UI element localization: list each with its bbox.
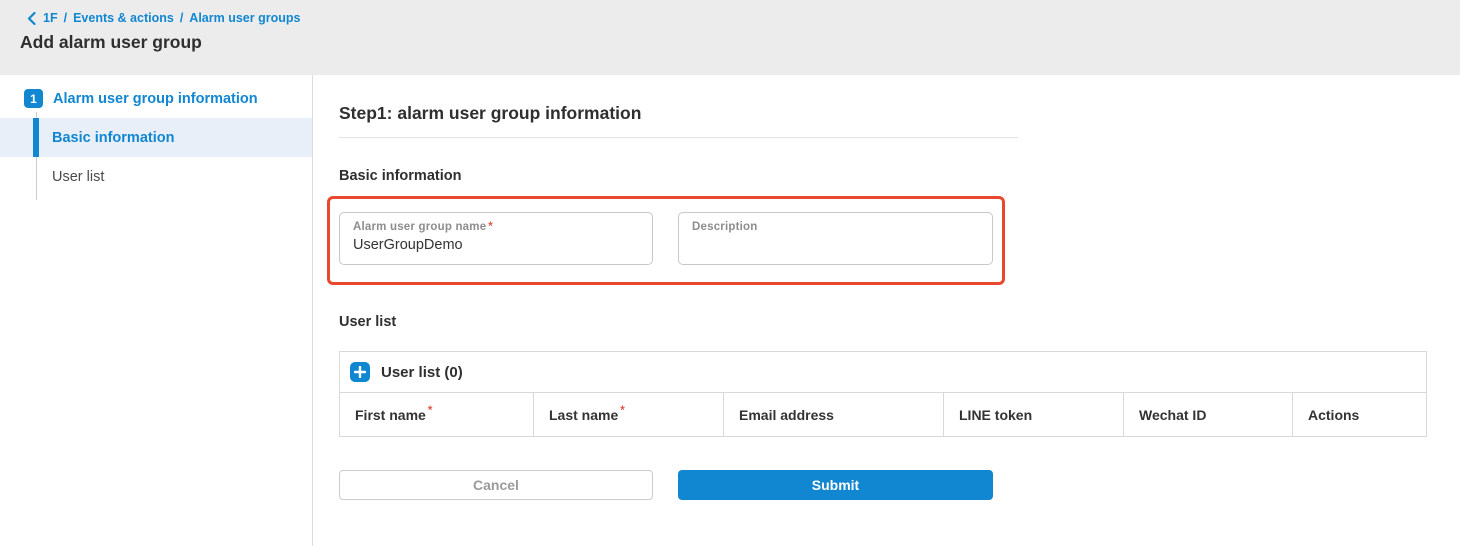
field-label: Description <box>692 221 979 233</box>
breadcrumb-item-events-actions[interactable]: Events & actions <box>73 11 174 25</box>
sidebar-step-label: Alarm user group information <box>53 91 258 107</box>
sidebar-item-label: User list <box>52 169 104 185</box>
user-list-panel-title: User list (0) <box>381 364 463 381</box>
user-table-header-row: First name* Last name* Email address LIN… <box>340 392 1426 436</box>
breadcrumb-item-alarm-user-groups[interactable]: Alarm user groups <box>189 11 300 25</box>
cancel-button[interactable]: Cancel <box>339 470 653 500</box>
column-header-first-name: First name* <box>340 393 534 436</box>
column-header-wechat-id: Wechat ID <box>1124 393 1293 436</box>
add-user-button[interactable] <box>350 362 370 382</box>
submit-button[interactable]: Submit <box>678 470 993 500</box>
content-area: 1 Alarm user group information Basic inf… <box>0 75 1460 546</box>
user-list-panel-header: User list (0) <box>340 352 1426 392</box>
alarm-user-group-name-value: UserGroupDemo <box>353 237 639 253</box>
required-marker: * <box>428 405 432 417</box>
step-title: Step1: alarm user group information <box>339 103 1460 124</box>
column-label: Actions <box>1308 407 1359 423</box>
user-list-heading: User list <box>339 314 1460 330</box>
plus-icon <box>354 366 366 378</box>
basic-information-heading: Basic information <box>339 168 1460 184</box>
field-label: Alarm user group name* <box>353 221 639 233</box>
annotation-highlight-box: Alarm user group name* UserGroupDemo Des… <box>327 196 1005 285</box>
step-number-badge: 1 <box>24 89 43 108</box>
breadcrumb: 1F / Events & actions / Alarm user group… <box>0 0 1460 25</box>
field-label-text: Alarm user group name <box>353 221 486 233</box>
page-title: Add alarm user group <box>0 25 1460 53</box>
active-indicator <box>33 118 39 157</box>
breadcrumb-separator: / <box>180 11 183 25</box>
field-label-text: Description <box>692 221 757 233</box>
required-marker: * <box>488 221 493 233</box>
description-field[interactable]: Description <box>678 212 993 265</box>
column-header-actions: Actions <box>1293 393 1426 436</box>
sidebar-step-1[interactable]: 1 Alarm user group information <box>0 75 312 108</box>
sidebar-subnav: Basic information User list <box>0 118 312 196</box>
column-header-email-address: Email address <box>724 393 944 436</box>
page-header: 1F / Events & actions / Alarm user group… <box>0 0 1460 75</box>
sidebar-item-user-list[interactable]: User list <box>0 157 312 196</box>
main-panel: Step1: alarm user group information Basi… <box>313 75 1460 546</box>
sidebar-item-basic-information[interactable]: Basic information <box>0 118 312 157</box>
alarm-user-group-name-field[interactable]: Alarm user group name* UserGroupDemo <box>339 212 653 265</box>
column-header-last-name: Last name* <box>534 393 724 436</box>
user-list-panel: User list (0) First name* Last name* Ema… <box>339 351 1427 437</box>
column-label: LINE token <box>959 407 1032 423</box>
column-label: First name <box>355 407 426 423</box>
column-label: Last name <box>549 407 618 423</box>
form-actions: Cancel Submit <box>339 470 1460 500</box>
column-header-line-token: LINE token <box>944 393 1124 436</box>
step-sidebar: 1 Alarm user group information Basic inf… <box>0 75 313 546</box>
chevron-left-icon[interactable] <box>27 12 36 25</box>
breadcrumb-item-floor[interactable]: 1F <box>43 11 58 25</box>
column-label: Email address <box>739 407 834 423</box>
column-label: Wechat ID <box>1139 407 1206 423</box>
required-marker: * <box>620 405 624 417</box>
sidebar-item-label: Basic information <box>52 130 174 146</box>
title-divider <box>339 137 1018 138</box>
breadcrumb-separator: / <box>64 11 67 25</box>
